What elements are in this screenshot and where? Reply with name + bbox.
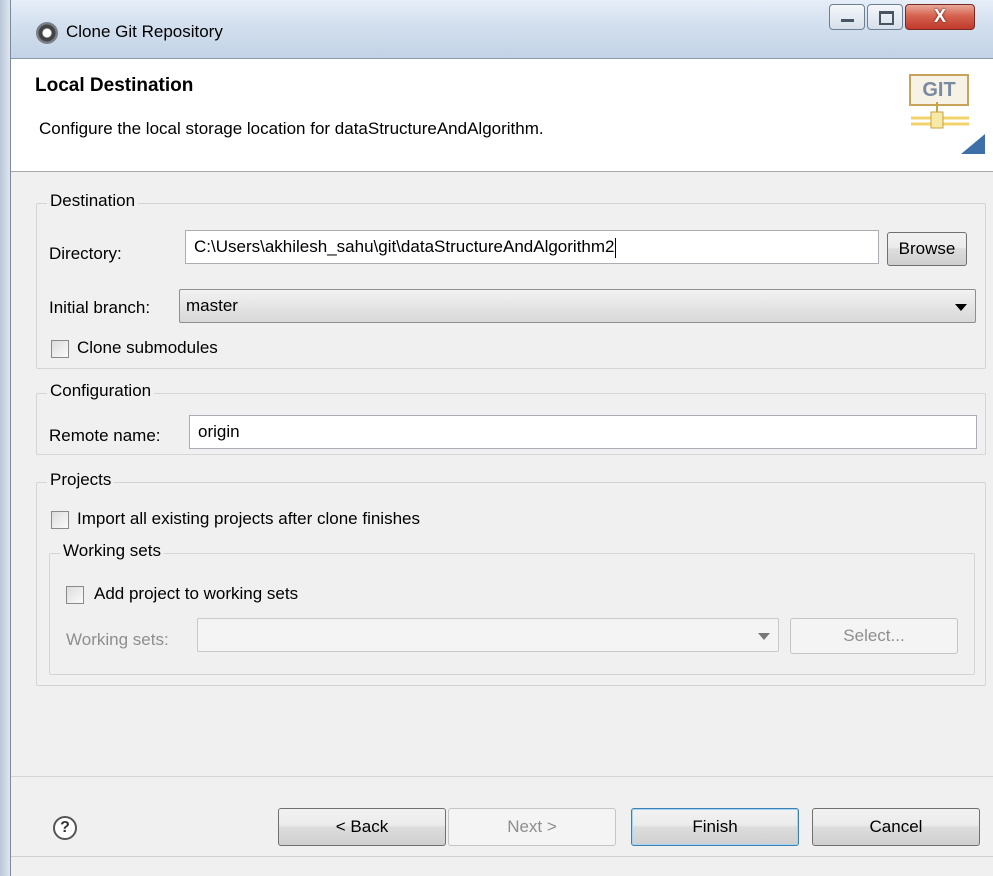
- chevron-down-icon: [758, 633, 770, 640]
- chevron-down-icon: [955, 304, 967, 311]
- working-sets-label: Working sets:: [66, 630, 169, 649]
- projects-legend: Projects: [47, 470, 115, 490]
- wizard-header: Local Destination Configure the local st…: [11, 59, 993, 172]
- remote-name-value: origin: [198, 422, 240, 441]
- window-bottom-edge: [11, 856, 993, 857]
- directory-value: C:\Users\akhilesh_sahu\git\dataStructure…: [194, 237, 615, 256]
- close-button[interactable]: [905, 4, 975, 30]
- clone-submodules-label[interactable]: Clone submodules: [77, 338, 218, 358]
- clone-git-repository-dialog: Clone Git Repository Local Destination C…: [10, 0, 993, 876]
- clone-submodules-checkbox[interactable]: [51, 340, 69, 358]
- browse-button[interactable]: Browse: [887, 232, 967, 266]
- destination-group: Destination Directory: C:\Users\akhilesh…: [36, 191, 986, 369]
- minimize-button[interactable]: [829, 4, 865, 30]
- background-strip: [0, 0, 10, 876]
- projects-group: Projects Import all existing projects af…: [36, 470, 986, 686]
- cancel-button[interactable]: Cancel: [812, 808, 980, 846]
- text-caret: [614, 237, 616, 258]
- next-button[interactable]: Next >: [448, 808, 616, 846]
- help-icon[interactable]: ?: [53, 816, 77, 840]
- configuration-legend: Configuration: [47, 381, 155, 401]
- directory-input[interactable]: C:\Users\akhilesh_sahu\git\dataStructure…: [185, 230, 879, 264]
- add-to-working-sets-label[interactable]: Add project to working sets: [94, 584, 298, 604]
- remote-name-label: Remote name:: [49, 426, 161, 445]
- finish-button[interactable]: Finish: [631, 808, 799, 846]
- window-title: Clone Git Repository: [66, 22, 223, 41]
- page-description: Configure the local storage location for…: [39, 119, 544, 138]
- add-to-working-sets-checkbox[interactable]: [66, 586, 84, 604]
- initial-branch-select[interactable]: master: [179, 289, 976, 323]
- back-button[interactable]: < Back: [278, 808, 446, 846]
- working-sets-legend: Working sets: [60, 541, 164, 561]
- title-bar[interactable]: Clone Git Repository: [11, 0, 993, 59]
- initial-branch-label: Initial branch:: [49, 298, 151, 317]
- eclipse-icon: [36, 22, 58, 44]
- import-projects-checkbox[interactable]: [51, 511, 69, 529]
- initial-branch-value: master: [186, 296, 238, 315]
- footer-separator: [11, 776, 993, 777]
- destination-legend: Destination: [47, 191, 139, 211]
- select-working-sets-button[interactable]: Select...: [790, 618, 958, 654]
- configuration-group: Configuration Remote name: origin: [36, 381, 986, 455]
- page-title: Local Destination: [35, 75, 194, 96]
- git-logo-icon: GIT: [909, 74, 985, 154]
- working-sets-group: Working sets Add project to working sets…: [49, 541, 975, 675]
- maximize-button[interactable]: [867, 4, 903, 30]
- import-projects-label[interactable]: Import all existing projects after clone…: [77, 509, 420, 529]
- working-sets-select[interactable]: [197, 618, 779, 652]
- directory-label: Directory:: [49, 244, 122, 263]
- git-logo-graphic: [911, 102, 985, 154]
- remote-name-input[interactable]: origin: [189, 415, 977, 449]
